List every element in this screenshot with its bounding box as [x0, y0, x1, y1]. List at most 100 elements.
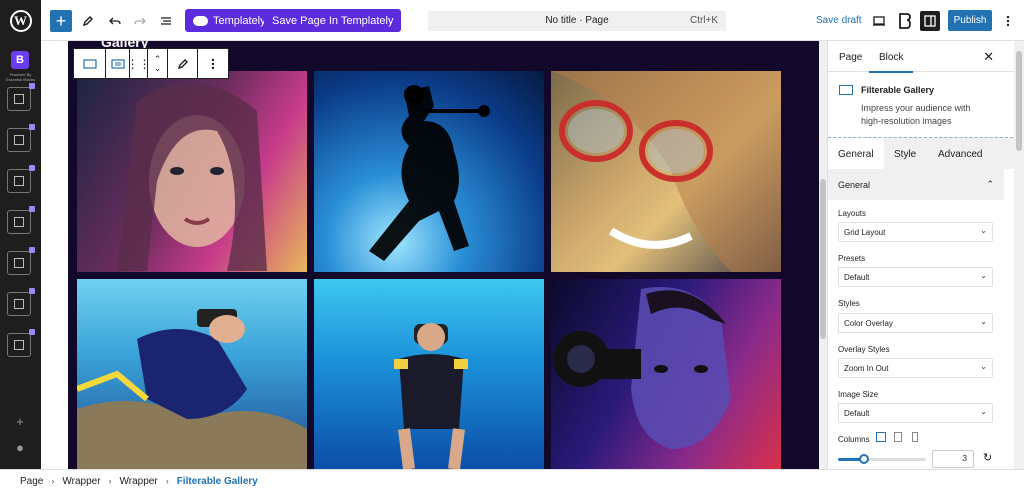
block-toolbar: ⋮⋮ ⌃ ⌄ [73, 48, 229, 79]
gallery-image-diver-reef[interactable] [77, 279, 307, 469]
filterable-gallery-icon [839, 85, 853, 95]
columns-number-input[interactable]: 3 [932, 450, 974, 468]
chevron-down-icon: ⌄ [980, 317, 987, 326]
text-icon [14, 176, 24, 186]
breadcrumb-page[interactable]: Page [20, 476, 43, 487]
tab-style[interactable]: Style [884, 138, 926, 170]
image-size-value: Default [844, 408, 870, 418]
tablet-device-icon[interactable] [894, 432, 902, 442]
pencil-tool-icon[interactable] [80, 9, 96, 32]
undo-icon[interactable] [107, 9, 123, 32]
mobile-device-icon[interactable] [912, 432, 918, 442]
essential-blocks-logo: B [11, 51, 29, 69]
move-up-down-icon[interactable]: ⌃ ⌄ [148, 49, 168, 78]
overlay-styles-value: Zoom In Out [844, 363, 889, 373]
gallery-image-diver-silhouette[interactable] [314, 71, 544, 272]
tab-advanced[interactable]: Advanced [928, 138, 992, 170]
chevron-down-icon: ⌄ [980, 407, 987, 416]
section-title: General [838, 179, 871, 190]
gallery-icon [14, 94, 24, 104]
publish-button[interactable]: Publish [948, 10, 992, 31]
close-icon[interactable]: ✕ [983, 49, 994, 65]
chart-icon [14, 217, 24, 227]
canvas-scroll-thumb[interactable] [820, 179, 826, 339]
top-toolbar: W + Templately Save Page In Templately N… [0, 0, 1024, 41]
layouts-select[interactable]: Grid Layout ⌄ [838, 222, 993, 242]
add-block-button[interactable]: + [50, 10, 72, 32]
layouts-label: Layouts [838, 209, 867, 218]
sidebar-item-form[interactable] [7, 329, 35, 357]
inspector-tabs: General Style Advanced [828, 137, 1017, 170]
editor-canvas: Gallery ⋮⋮ ⌃ ⌄ [41, 41, 827, 469]
panel-tabs: Page Block ✕ [828, 41, 1017, 73]
panel-scrollbar[interactable] [1014, 41, 1024, 469]
canvas-scrollbar[interactable] [819, 41, 827, 469]
gallery-block[interactable]: Gallery [68, 41, 827, 469]
button-icon [14, 258, 24, 268]
sidebar-item-image[interactable] [7, 288, 35, 316]
edit-pencil-icon[interactable] [168, 49, 198, 78]
image-icon [14, 299, 24, 309]
sidebar-item-chart[interactable] [7, 206, 35, 234]
breadcrumb-current[interactable]: Filterable Gallery [177, 476, 258, 487]
wordpress-logo[interactable]: W [0, 0, 41, 41]
presets-select[interactable]: Default ⌄ [838, 267, 993, 287]
block-settings-panel: Page Block ✕ Filterable Gallery Impress … [827, 41, 1017, 469]
chevron-down-icon: ⌄ [980, 271, 987, 280]
templately-button[interactable]: Templately [185, 9, 274, 32]
slider-handle[interactable] [859, 454, 869, 464]
form-icon [14, 340, 24, 350]
settings-sidebar-icon[interactable] [920, 11, 940, 31]
panel-scroll-thumb[interactable] [1016, 51, 1022, 151]
block-title: Filterable Gallery [861, 85, 935, 95]
focus-icon [14, 135, 24, 145]
breadcrumb-wrapper[interactable]: Wrapper [62, 476, 100, 487]
presets-value: Default [844, 272, 870, 282]
image-size-label: Image Size [838, 390, 879, 399]
sidebar-item-text[interactable] [7, 165, 35, 193]
essential-blocks-icon[interactable] [895, 11, 915, 31]
more-options-icon[interactable] [998, 11, 1018, 31]
preview-icon[interactable] [869, 11, 889, 31]
cloud-icon [193, 15, 208, 26]
breadcrumb: Page › Wrapper › Wrapper › Filterable Ga… [0, 469, 1024, 492]
reset-icon[interactable]: ↻ [983, 451, 992, 464]
tab-page[interactable]: Page [839, 52, 862, 63]
sidebar-item-gallery[interactable] [7, 83, 35, 111]
gallery-image-diver-selfie[interactable] [314, 279, 544, 469]
chevron-right-icon: › [108, 476, 112, 486]
image-size-select[interactable]: Default ⌄ [838, 403, 993, 423]
document-title-bar[interactable]: No title · Page Ctrl+K [428, 11, 726, 31]
wordpress-icon: W [9, 9, 32, 32]
command-shortcut: Ctrl+K [689, 15, 718, 26]
desktop-device-icon[interactable] [876, 432, 886, 442]
sidebar-item-button[interactable] [7, 247, 35, 275]
parent-block-button[interactable] [74, 49, 106, 78]
presets-label: Presets [838, 254, 866, 263]
add-item-icon[interactable]: + [13, 415, 27, 429]
save-in-templately-button[interactable]: Save Page In Templately [264, 9, 402, 32]
overlay-styles-select[interactable]: Zoom In Out ⌄ [838, 358, 993, 378]
general-section-header[interactable]: General ⌃ [828, 169, 1004, 200]
layouts-value: Grid Layout [844, 227, 886, 237]
breadcrumb-wrapper-inner[interactable]: Wrapper [120, 476, 158, 487]
gallery-image-man-camera[interactable] [551, 279, 781, 469]
chevron-right-icon: › [51, 476, 55, 486]
columns-label: Columns [838, 435, 870, 444]
settings-gear-icon[interactable]: ● [13, 441, 27, 455]
block-options-icon[interactable] [198, 49, 228, 78]
styles-select[interactable]: Color Overlay ⌄ [838, 313, 993, 333]
gallery-image-woman-color-powder[interactable] [551, 71, 781, 272]
essential-blocks-sidebar: B Powered By Essential Blocks + ● [0, 41, 41, 469]
list-view-icon[interactable] [158, 9, 174, 32]
sidebar-item-focus[interactable] [7, 124, 35, 152]
templately-label: Templately [213, 14, 266, 27]
block-description: Impress your audience with high-resoluti… [861, 103, 971, 126]
gallery-image-portrait-woman[interactable] [77, 71, 307, 272]
save-draft-button[interactable]: Save draft [816, 15, 862, 26]
columns-slider[interactable] [838, 454, 926, 464]
tab-block[interactable]: Block [868, 52, 915, 73]
drag-handle-icon[interactable]: ⋮⋮ [127, 49, 151, 78]
tab-general[interactable]: General [828, 138, 884, 170]
redo-icon[interactable] [132, 9, 148, 32]
